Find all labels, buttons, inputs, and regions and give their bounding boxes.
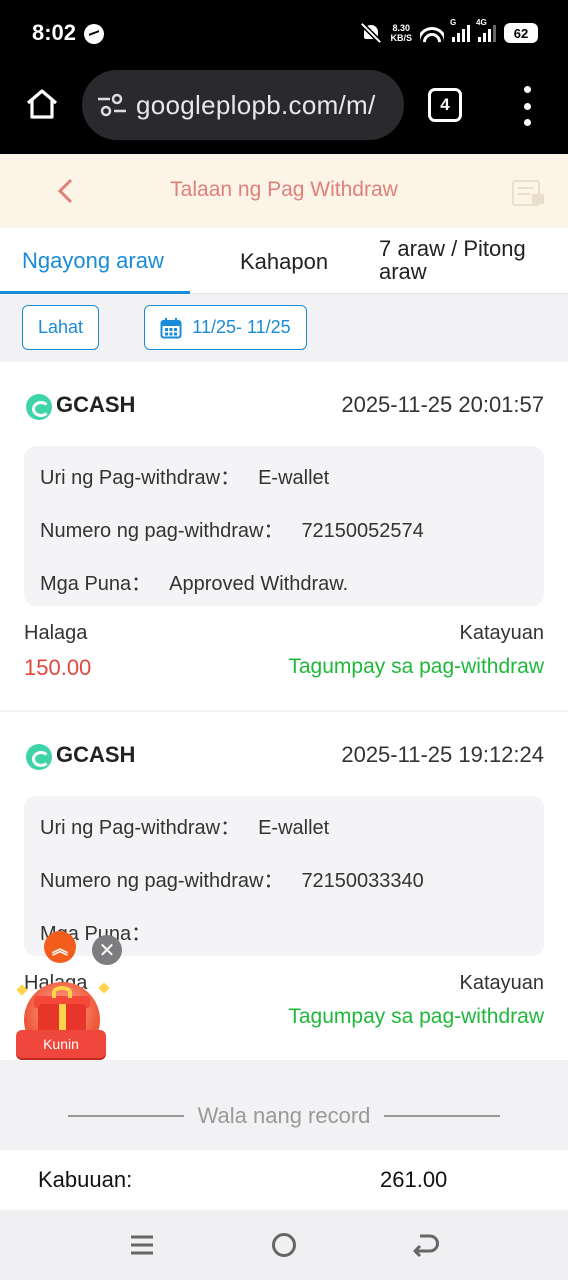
status-bar: 8:02 8.30 KB/S G 4G 62 [0,0,568,70]
status-time: 8:02 [32,20,77,45]
page-title: Talaan ng Pag Withdraw [170,178,398,201]
record-method: GCASH [56,742,136,767]
network-type-label-2: 4G [476,18,487,27]
date-tabs: Ngayong araw Kahapon 7 araw / Pitong ara… [0,228,568,294]
end-of-list: Wala nang record [0,1096,568,1136]
browser-toolbar: googleplopb.com/m/ 4 [0,70,568,154]
gift-widget[interactable]: Kunin [16,982,110,1066]
detail-type-row: Uri ng Pag-withdraw： E-wallet [40,461,329,490]
detail-type-value: E-wallet [258,817,330,839]
tab-today[interactable]: Ngayong araw [22,248,164,274]
status-icons: 8.30 KB/S G 4G 62 [360,18,538,44]
record-datetime: 2025-11-25 19:12:24 [341,742,544,767]
record-details: Uri ng Pag-withdraw： E-wallet Numero ng p… [24,796,544,956]
detail-number-label: Numero ng pag-withdraw： [40,520,284,542]
sparkle-icon [98,982,110,994]
tab-count: 4 [440,95,450,114]
detail-number-row: Numero ng pag-withdraw： 72150033340 [40,864,424,893]
url-text: googleplopb.com/m/ [136,89,376,120]
sparkle-icon [16,984,28,996]
document-icon[interactable] [510,176,546,208]
battery-level: 62 [513,25,529,41]
record-method: GCASH [56,392,136,417]
total-bar: Kabuuan: 261.00 [0,1150,568,1210]
withdraw-record[interactable]: GCASH 2025-11-25 20:01:57 Uri ng Pag-wit… [0,362,568,710]
battery-icon: 62 [504,23,538,43]
record-datetime: 2025-11-25 20:01:57 [341,392,544,417]
detail-number-label: Numero ng pag-withdraw： [40,870,284,892]
signal-icon-2: 4G [476,18,496,42]
home-button-icon[interactable] [269,1230,299,1260]
claim-gift-label: Kunin [43,1036,79,1052]
amount-value: 150.00 [24,655,92,680]
claim-gift-button[interactable]: Kunin [16,1030,106,1058]
mute-icon [360,22,382,44]
network-speed: 8.30 KB/S [390,23,412,43]
browser-chrome: 8:02 8.30 KB/S G 4G 62 googleplopb.com/m… [0,0,568,154]
detail-number-row: Numero ng pag-withdraw： 72150052574 [40,514,424,543]
messenger-icon [84,24,104,44]
record-details: Uri ng Pag-withdraw： E-wallet Numero ng p… [24,446,544,606]
tab-7-days[interactable]: 7 araw / Pitong araw [379,237,549,283]
network-speed-value: 8.30 [392,23,410,33]
close-icon: ✕ [98,939,116,962]
filter-all-button[interactable]: Lahat [22,305,99,350]
total-value: 261.00 [380,1167,448,1192]
signal-icon: G [450,18,470,42]
total-label: Kabuuan: [38,1167,133,1192]
gift-bow-icon [52,986,72,998]
divider-line [67,1115,184,1117]
status-value: Tagumpay sa pag-withdraw [288,1005,544,1028]
more-menu-icon[interactable] [522,86,532,126]
detail-type-label: Uri ng Pag-withdraw： [40,817,241,839]
status-label: Katayuan [459,972,544,994]
double-chevron-up-icon: ︽ [51,941,68,958]
site-settings-icon[interactable] [96,91,128,119]
tab-yesterday[interactable]: Kahapon [240,249,328,275]
close-gift-button[interactable]: ✕ [92,935,122,965]
home-icon[interactable] [24,86,60,122]
detail-type-value: E-wallet [258,467,330,489]
address-bar[interactable]: googleplopb.com/m/ [82,70,404,140]
gcash-icon [26,744,52,770]
detail-number-value: 72150052574 [301,520,424,542]
divider-line [384,1115,501,1117]
detail-type-row: Uri ng Pag-withdraw： E-wallet [40,811,329,840]
recent-apps-icon[interactable] [127,1230,157,1260]
amount-label: Halaga [24,622,88,644]
detail-remarks-value: Approved Withdraw. [169,573,349,595]
no-more-records-text: Wala nang record [197,1103,371,1128]
filter-bar: Lahat 11/25- 11/25 [0,294,568,362]
date-range-button[interactable]: 11/25- 11/25 [144,305,307,350]
gcash-icon [26,394,52,420]
tab-switcher-button[interactable]: 4 [428,88,462,122]
record-header: GCASH 2025-11-25 19:12:24 [26,742,544,772]
detail-remarks-label: Mga Puna： [40,573,152,595]
date-range-label: 11/25- 11/25 [192,317,291,337]
status-value: Tagumpay sa pag-withdraw [288,655,544,678]
scroll-top-button[interactable]: ︽ [44,931,76,963]
status-label: Katayuan [459,622,544,644]
network-type-label: G [450,18,457,27]
detail-remarks-row: Mga Puna： Approved Withdraw. [40,567,348,596]
record-header: GCASH 2025-11-25 20:01:57 [26,392,544,422]
system-nav-bar [0,1210,568,1280]
back-button-icon[interactable] [411,1230,441,1260]
detail-type-label: Uri ng Pag-withdraw： [40,467,241,489]
page-header: Talaan ng Pag Withdraw [0,154,568,228]
calendar-icon [160,317,182,338]
filter-all-label: Lahat [37,317,84,337]
network-speed-unit: KB/S [390,33,412,43]
wifi-icon [420,23,444,43]
detail-number-value: 72150033340 [301,870,424,892]
